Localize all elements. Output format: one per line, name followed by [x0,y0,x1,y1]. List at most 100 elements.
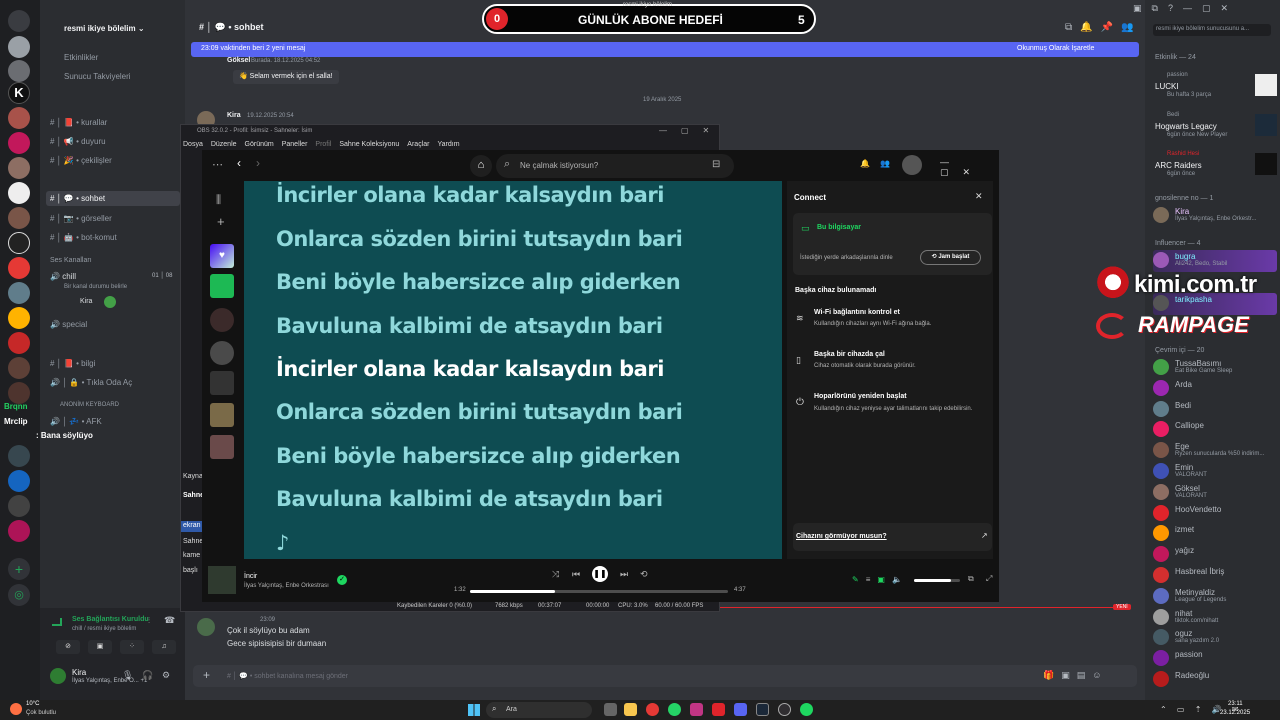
track-artist[interactable]: İlyas Yalçıntaş, Enbe Orkestrası [244,583,329,589]
member-item[interactable]: izmet [1153,523,1277,545]
member-item[interactable]: oguz sana yazdım 2.0 [1153,627,1277,649]
server-icon[interactable] [8,36,30,58]
voice-channel-chill[interactable]: 🔊 chill [50,272,76,281]
activity-card[interactable]: Bedi Hogwarts Legacy 6gün önce New Playe… [1153,112,1277,142]
weather-desc[interactable]: Çok bulutlu [26,710,56,716]
forward-arrow-icon[interactable]: › [256,156,260,170]
server-icon[interactable] [8,445,30,467]
inbox-icon[interactable]: ▣ [1133,3,1152,13]
lyric-line[interactable]: İncirler olana kadar kalsaydın bari [276,183,664,207]
member-item[interactable]: Bedi [1153,399,1277,421]
discord-icon[interactable] [734,703,747,716]
channel-cekilisler[interactable]: # │ 🎉 • çekilişler [50,156,112,165]
member-item[interactable]: bugra Ali242, Bedo, Stabil [1153,250,1277,272]
clock-time[interactable]: 23:11 [1228,701,1243,707]
miniplayer-icon[interactable]: ⧉ [968,574,974,584]
headphones-icon[interactable]: 🎧 [142,670,153,681]
new-messages-banner[interactable]: 23:09 vaktinden beri 2 yeni mesaj Okunmu… [191,42,1139,57]
voice-user-name[interactable]: Kira [80,298,92,305]
member-item[interactable]: Radeoğlu [1153,669,1277,691]
windows-start-icon[interactable] [468,704,480,716]
server-icon[interactable] [8,495,30,517]
server-icon[interactable] [8,157,30,179]
members-icon[interactable]: 👥 [1121,22,1141,33]
lyrics-icon[interactable]: ✎ [852,575,866,584]
disconnect-icon[interactable]: ☎ [164,615,175,626]
saved-check-icon[interactable]: ✓ [337,575,347,585]
member-item[interactable]: TussaBasımı Eat Bike Game Sleep [1153,357,1277,379]
weather-icon[interactable] [10,703,22,715]
menu-item[interactable]: Yardım [437,141,459,148]
home-icon[interactable]: ⌂ [470,155,492,177]
member-item[interactable]: Calliope [1153,419,1277,441]
lyric-line[interactable]: Bavuluna kalbimi de atsaydın bari [276,487,663,511]
obs-window-controls[interactable]: —▢✕ [659,126,723,135]
steam-icon[interactable] [756,703,769,716]
gift-icon[interactable]: 🎁 [1043,670,1061,680]
menu-item[interactable]: Görünüm [245,141,274,148]
attach-plus-icon[interactable]: + [203,668,210,682]
events-link[interactable]: Etkinlikler [64,53,98,62]
member-item[interactable]: HooVendetto [1153,503,1277,525]
repeat-icon[interactable]: ⟲ [640,569,648,580]
user-name[interactable]: Kira [72,668,86,677]
episodes-tile[interactable] [210,274,234,298]
voice-channel-path[interactable]: chill / resmi ikiye bölelim [72,626,136,632]
playlist-tile[interactable] [210,308,234,332]
screen-share-icon[interactable]: ▣ [88,640,112,654]
microphone-icon[interactable]: 🎙 [122,670,133,681]
obs-source-item[interactable]: kame [183,552,200,559]
noise-suppression-icon[interactable]: ⫶ [148,616,158,625]
pin-icon[interactable]: 📌 [1101,22,1121,33]
boosts-link[interactable]: Sunucu Takviyeleri [64,72,131,81]
avatar[interactable] [902,155,922,175]
activity-card[interactable]: passion LUCKI Bu hafta 3 parça [1153,72,1277,102]
help-icon[interactable]: ? [1168,3,1183,13]
playlist-tile[interactable] [210,341,234,365]
search-bar[interactable]: ⌕ Ne çalmak istiyorsun? ⊟ [496,154,734,178]
member-item[interactable]: Metinyaldiz League of Legends [1153,586,1277,608]
obs-source-item[interactable]: Sahne [183,538,203,545]
menu-item[interactable]: Dosya [183,141,203,148]
window-icon[interactable]: ⧉ [1152,3,1168,13]
server-icon[interactable] [8,207,30,229]
lyric-line[interactable]: Bavuluna kalbimi de atsaydın bari [276,314,663,338]
obs-icon[interactable] [778,703,791,716]
lyric-line[interactable]: Onlarca sözden birini tutsaydın bari [276,227,683,251]
volume-track[interactable] [914,579,960,582]
obs-sources-label[interactable]: Kayna [183,473,203,480]
create-playlist-icon[interactable]: + [217,214,225,229]
close-icon[interactable]: ✕ [1220,3,1238,13]
spotify-menu-icon[interactable]: ⋯ [212,158,223,171]
server-icon[interactable] [8,357,30,379]
server-icon[interactable] [8,232,30,254]
lyric-line[interactable]: Beni böyle habersizce alıp giderken [276,270,681,294]
voice-channel-status[interactable]: Bir kanal durumu belirle [64,284,127,290]
browse-icon[interactable]: ⊟ [712,159,720,170]
server-name[interactable]: resmi ikiye bölelim ⌄ [64,24,145,33]
lyric-line[interactable]: Onlarca sözden birini tutsaydın bari [276,400,683,424]
friends-activity-icon[interactable]: 👥 [880,159,890,168]
member-item[interactable]: Emin VALORANT [1153,461,1277,483]
chrome-icon[interactable] [646,703,659,716]
server-icon[interactable]: K [8,82,30,104]
threads-icon[interactable]: ⧉ [1065,22,1080,33]
server-icon[interactable] [8,182,30,204]
voice-channel-tikla-oda-ac[interactable]: 🔊 │ 🔒 • Tıkla Oda Aç [50,378,132,387]
message-composer[interactable]: + # │ 💬 • sohbet kanalına mesaj gönder 🎁… [193,665,1137,687]
file-explorer-icon[interactable] [624,703,637,716]
previous-icon[interactable]: ⏮ [572,569,580,580]
album-art[interactable] [208,566,236,594]
notification-bell-icon[interactable]: 🔔 [860,159,870,168]
instagram-icon[interactable] [690,703,703,716]
taskbar-search[interactable]: ⌕ Ara [486,702,592,718]
connect-device-icon[interactable]: ▣ [877,575,892,584]
weather-temp[interactable]: 10°C [26,701,39,707]
voice-channel-afk[interactable]: 🔊 │ 💤 • AFK [50,417,102,426]
server-icon[interactable] [8,332,30,354]
channel-bilgi[interactable]: # │ 📕 • bilgi [50,359,95,368]
track-title[interactable]: İncir [244,573,257,580]
liked-songs-tile[interactable]: ♥ [210,244,234,268]
soundboard-icon[interactable]: ♫ [152,640,176,654]
server-icon[interactable] [8,60,30,82]
